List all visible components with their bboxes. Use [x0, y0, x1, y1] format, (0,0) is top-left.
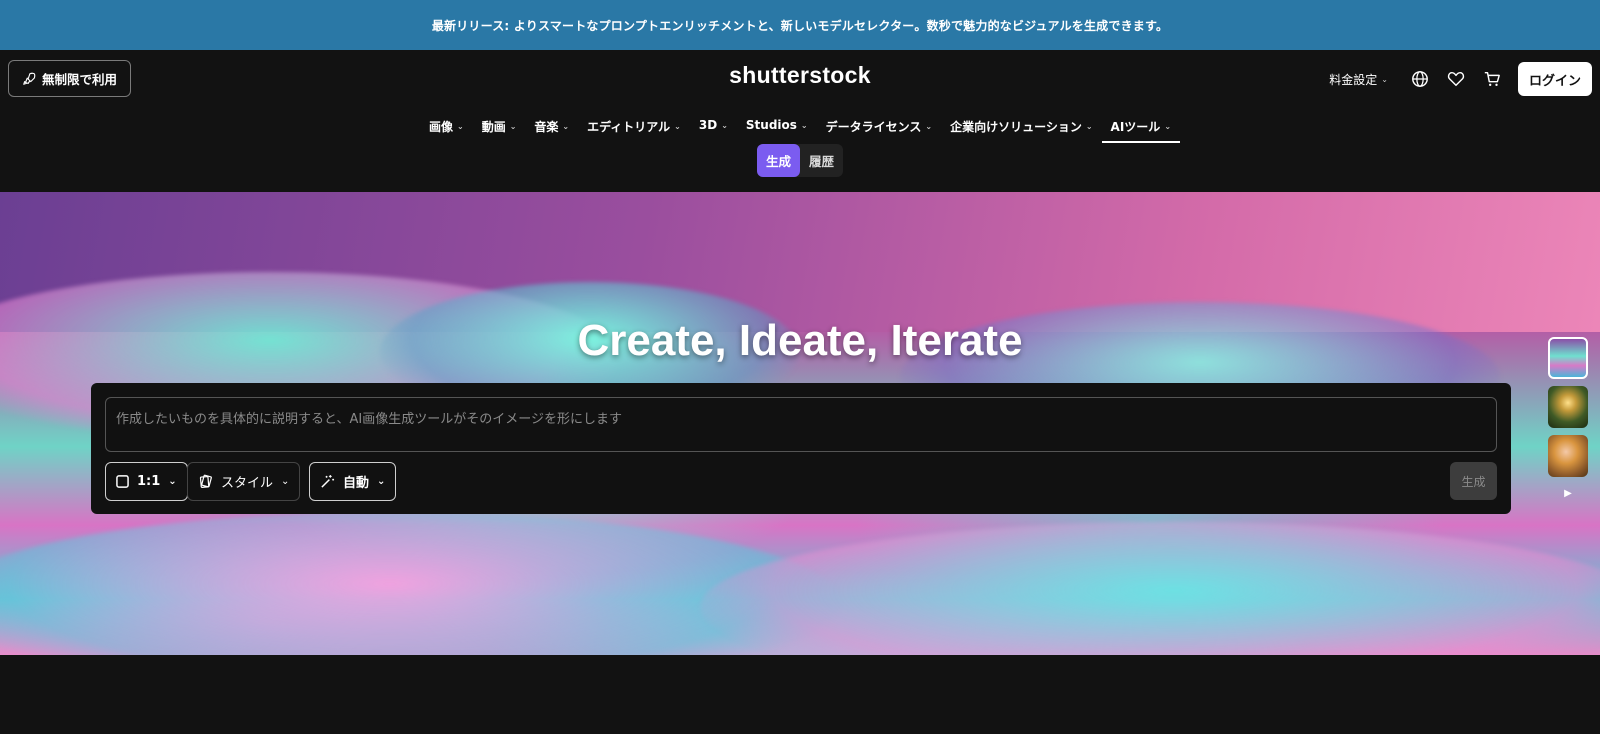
chevron-down-icon: ⌄: [377, 476, 386, 487]
square-icon: [116, 475, 129, 488]
cart-icon: [1484, 71, 1500, 87]
globe-icon: [1412, 71, 1428, 87]
example-thumbnails: ▶: [1548, 337, 1588, 499]
nav-label: 動画: [481, 120, 506, 134]
nav-item-enterprise[interactable]: 企業向けソリューション ⌄: [941, 112, 1101, 143]
prompt-panel: 作成したいものを具体的に説明すると、AI画像生成ツールがそのイメージを形にします…: [91, 383, 1511, 514]
style-dropdown[interactable]: スタイル ⌄: [187, 462, 301, 501]
cart-button[interactable]: [1474, 62, 1510, 96]
chevron-down-icon: ⌄: [1085, 122, 1093, 131]
enhance-dropdown[interactable]: 自動 ⌄: [309, 462, 397, 501]
announcement-text: 最新リリース: よりスマートなプロンプトエンリッチメントと、新しいモデルセレクタ…: [431, 18, 1169, 33]
chevron-down-icon: ⌄: [168, 476, 177, 487]
header-tools: 料金設定 ⌄ ログイン: [1329, 62, 1592, 96]
nav-item-3d[interactable]: 3D ⌄: [690, 112, 737, 140]
site-header: 無制限で利用 shutterstock 料金設定 ⌄ ログイン: [0, 50, 1600, 106]
hero-title: Create, Ideate, Iterate: [577, 316, 1023, 365]
ai-subtabs: 生成 履歴: [0, 144, 1600, 182]
nav-item-ai-tools[interactable]: AIツール ⌄: [1101, 112, 1181, 143]
play-icon[interactable]: ▶: [1564, 488, 1572, 499]
chevron-down-icon: ⌄: [925, 122, 933, 131]
favorites-button[interactable]: [1438, 62, 1474, 96]
magic-wand-icon: [321, 474, 335, 488]
thumbnail-forest[interactable]: [1548, 386, 1588, 428]
nav-item-images[interactable]: 画像 ⌄: [420, 112, 473, 143]
nav-label: 3D: [698, 118, 718, 132]
chevron-down-icon: ⌄: [509, 122, 517, 131]
main-nav: 画像 ⌄ 動画 ⌄ 音楽 ⌄ エディトリアル ⌄ 3D ⌄ Studios ⌄ データライセ…: [0, 106, 1600, 144]
nav-item-music[interactable]: 音楽 ⌄: [525, 112, 578, 143]
chevron-down-icon: ⌄: [674, 122, 681, 131]
pricing-menu[interactable]: 料金設定 ⌄: [1329, 71, 1388, 88]
thumbnail-abstract[interactable]: [1548, 435, 1588, 477]
nav-label: AIツール: [1110, 120, 1161, 134]
aspect-ratio-dropdown[interactable]: 1:1 ⌄: [105, 462, 188, 501]
language-button[interactable]: [1402, 62, 1438, 96]
nav-item-studios[interactable]: Studios ⌄: [737, 112, 817, 140]
chevron-down-icon: ⌄: [1164, 122, 1172, 131]
announcement-banner: 最新リリース: よりスマートなプロンプトエンリッチメントと、新しいモデルセレクタ…: [0, 0, 1600, 50]
nav-item-editorial[interactable]: エディトリアル ⌄: [578, 112, 690, 143]
chevron-down-icon: ⌄: [456, 122, 464, 131]
enhance-label: 自動: [343, 476, 370, 491]
nav-item-data-licensing[interactable]: データライセンス ⌄: [817, 112, 941, 143]
tab-history[interactable]: 履歴: [800, 144, 843, 177]
subtabs-group: 生成 履歴: [756, 144, 844, 177]
pricing-label: 料金設定: [1329, 72, 1378, 87]
nav-label: 音楽: [534, 120, 559, 134]
nav-label: データライセンス: [825, 120, 922, 134]
heart-icon: [1447, 71, 1465, 87]
chevron-down-icon: ⌄: [562, 122, 570, 131]
nav-label: 企業向けソリューション: [950, 120, 1082, 134]
nav-label: エディトリアル: [587, 120, 671, 134]
aspect-ratio-label: 1:1: [137, 474, 161, 489]
nav-item-video[interactable]: 動画 ⌄: [473, 112, 526, 143]
prompt-input[interactable]: 作成したいものを具体的に説明すると、AI画像生成ツールがそのイメージを形にします: [105, 397, 1497, 452]
chevron-down-icon: ⌄: [721, 120, 728, 130]
tab-generate[interactable]: 生成: [756, 144, 800, 177]
nav-label: Studios: [745, 118, 797, 132]
hero-wave-shape: [0, 512, 840, 655]
chevron-down-icon: ⌄: [800, 120, 808, 130]
cards-icon: [199, 474, 212, 488]
hero-wave-shape: [700, 522, 1600, 655]
nav-label: 画像: [428, 120, 453, 134]
generate-button[interactable]: 生成: [1450, 462, 1497, 500]
style-label: スタイル: [221, 476, 274, 491]
thumbnail-waves[interactable]: [1548, 337, 1588, 379]
chevron-down-icon: ⌄: [1381, 74, 1388, 84]
chevron-down-icon: ⌄: [281, 476, 290, 487]
login-button[interactable]: ログイン: [1518, 62, 1592, 96]
